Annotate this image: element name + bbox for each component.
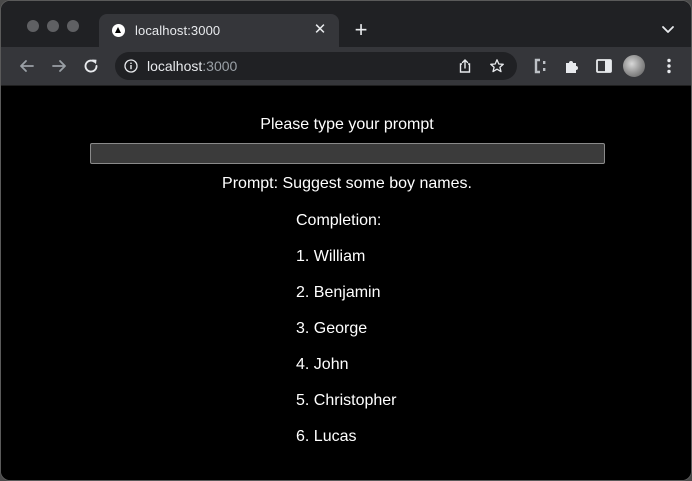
completion-block: Completion: 1. William 2. Benjamin 3. Ge… — [296, 212, 397, 464]
profile-avatar[interactable] — [623, 55, 645, 77]
page-content: Please type your prompt Prompt: Suggest … — [1, 86, 691, 480]
url-host: localhost — [147, 58, 203, 74]
completion-heading: Completion: — [296, 212, 382, 229]
prompt-label: Please type your prompt — [260, 116, 434, 133]
puzzle-icon[interactable] — [562, 56, 582, 76]
star-icon[interactable] — [489, 58, 505, 74]
completion-item: 1. William — [296, 248, 366, 265]
tab-title: localhost:3000 — [135, 23, 221, 38]
browser-toolbar: localhost:3000 — [1, 47, 691, 86]
menu-dots-icon[interactable] — [659, 56, 679, 76]
share-icon[interactable] — [457, 58, 473, 74]
completion-item: 6. Lucas — [296, 428, 357, 445]
window-close-light[interactable] — [27, 20, 39, 32]
completion-item: 2. Benjamin — [296, 284, 381, 301]
completion-item: 5. Christopher — [296, 392, 397, 409]
browser-window: localhost:3000 ✕ + localhost:3000 Please… — [0, 0, 692, 481]
completion-item: 4. John — [296, 356, 349, 373]
address-bar[interactable]: localhost:3000 — [115, 52, 517, 80]
nextjs-favicon-icon — [112, 24, 125, 37]
extension-icon[interactable] — [531, 56, 551, 76]
tab-search-chevron-icon[interactable] — [661, 22, 675, 36]
prompt-input[interactable] — [90, 143, 605, 164]
prompt-echo: Prompt: Suggest some boy names. — [222, 175, 472, 192]
url-port: :3000 — [202, 58, 238, 74]
back-arrow-icon[interactable] — [17, 56, 37, 76]
window-zoom-light[interactable] — [67, 20, 79, 32]
new-tab-button[interactable]: + — [351, 19, 371, 41]
reload-icon[interactable] — [81, 56, 101, 76]
window-minimize-light[interactable] — [47, 20, 59, 32]
completion-item: 3. George — [296, 320, 368, 337]
forward-arrow-icon[interactable] — [49, 56, 69, 76]
active-tab[interactable]: localhost:3000 ✕ — [99, 14, 339, 47]
info-icon[interactable] — [124, 59, 138, 73]
side-panel-icon[interactable] — [594, 56, 614, 76]
tab-strip: localhost:3000 ✕ + — [1, 1, 691, 47]
tab-close-icon[interactable]: ✕ — [311, 21, 329, 39]
url-text[interactable]: localhost:3000 — [147, 58, 237, 74]
